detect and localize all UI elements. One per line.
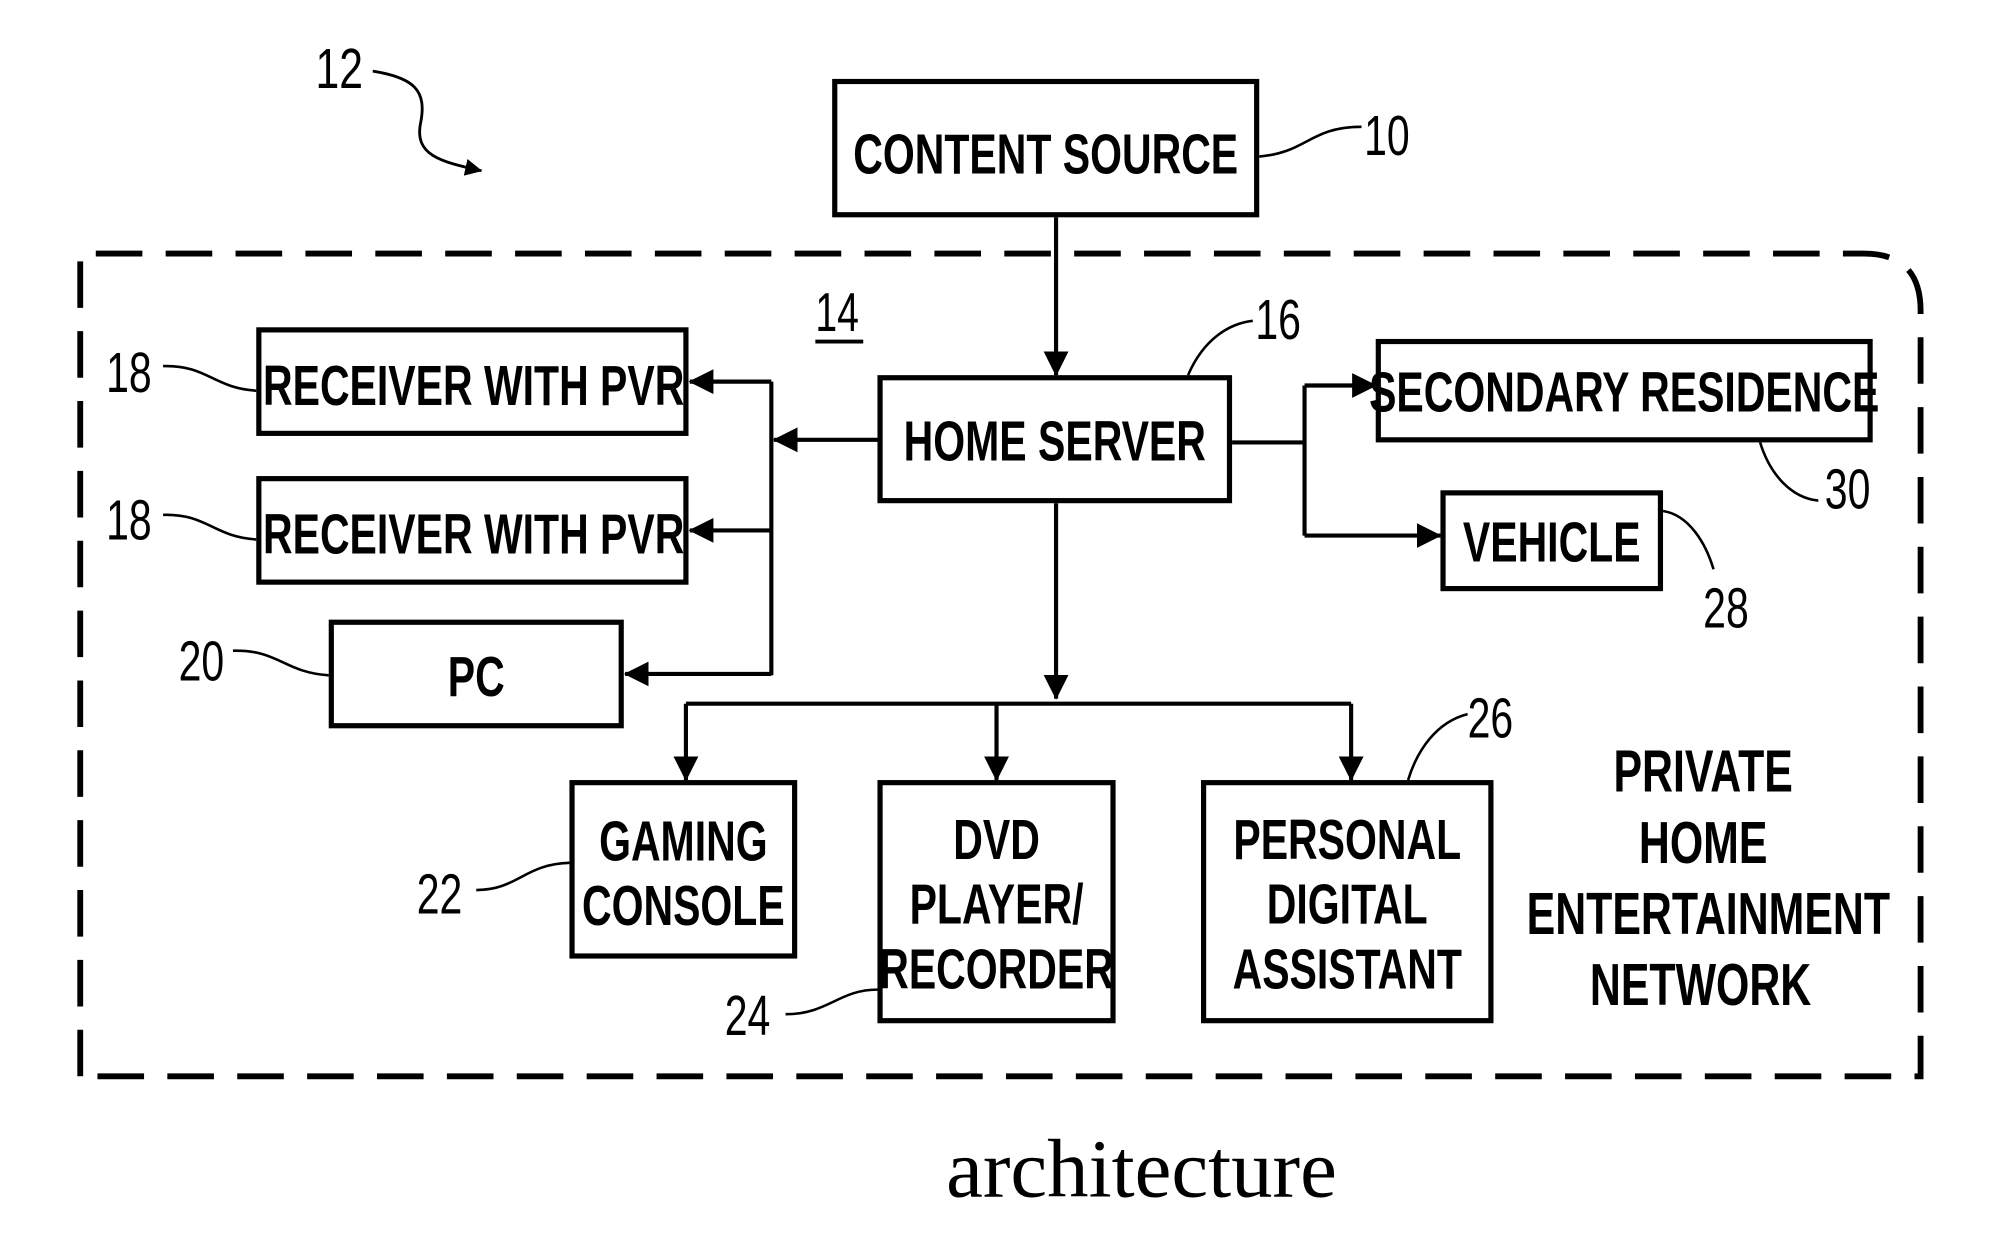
ref-24-lead bbox=[785, 988, 878, 1016]
svg-text:HOME SERVER: HOME SERVER bbox=[904, 409, 1206, 473]
ref-12: 12 bbox=[315, 36, 362, 100]
ref-12-lead bbox=[372, 69, 483, 176]
block-receiver-1: RECEIVER WITH PVR bbox=[256, 327, 689, 436]
svg-text:RECORDER: RECORDER bbox=[879, 937, 1114, 1001]
svg-text:GAMING: GAMING bbox=[599, 809, 768, 873]
block-content-source: CONTENT SOURCE bbox=[832, 78, 1260, 218]
svg-text:RECEIVER WITH PVR: RECEIVER WITH PVR bbox=[263, 502, 684, 566]
ref-24: 24 bbox=[725, 983, 771, 1047]
svg-text:CONSOLE: CONSOLE bbox=[582, 873, 785, 937]
ref-22: 22 bbox=[417, 862, 463, 926]
svg-text:HOME: HOME bbox=[1639, 809, 1768, 876]
ref-26: 26 bbox=[1468, 686, 1514, 750]
block-receiver-2: RECEIVER WITH PVR bbox=[256, 476, 689, 585]
network-label: PRIVATE HOME ENTERTAINMENT NETWORK bbox=[1527, 738, 1891, 1018]
ref-30-lead bbox=[1758, 442, 1819, 502]
block-vehicle: VEHICLE bbox=[1440, 490, 1664, 592]
ref-22-lead bbox=[476, 861, 570, 892]
ref-20-lead bbox=[232, 649, 329, 677]
svg-text:RECEIVER WITH PVR: RECEIVER WITH PVR bbox=[263, 353, 684, 417]
svg-text:DVD: DVD bbox=[953, 807, 1040, 871]
block-dvd-player-recorder: DVD PLAYER/ RECORDER bbox=[877, 780, 1116, 1024]
ref-18a-lead bbox=[163, 364, 257, 392]
ref-10-lead bbox=[1259, 125, 1362, 158]
block-label: CONTENT SOURCE bbox=[853, 122, 1238, 186]
svg-text:PC: PC bbox=[448, 644, 505, 708]
svg-text:PERSONAL: PERSONAL bbox=[1233, 807, 1461, 871]
block-secondary-residence: SECONDARY RESIDENCE bbox=[1369, 338, 1879, 443]
svg-text:DIGITAL: DIGITAL bbox=[1267, 872, 1428, 936]
svg-text:PLAYER/: PLAYER/ bbox=[910, 872, 1084, 936]
svg-text:NETWORK: NETWORK bbox=[1590, 951, 1811, 1018]
svg-text:ASSISTANT: ASSISTANT bbox=[1233, 937, 1462, 1001]
block-gaming-console: GAMING CONSOLE bbox=[569, 780, 798, 959]
ref-16-lead bbox=[1186, 319, 1253, 376]
architecture-diagram: 12 CONTENT SOURCE 10 14 HOME SERVER 16 R… bbox=[77, 36, 1924, 1215]
svg-text:PRIVATE: PRIVATE bbox=[1613, 738, 1792, 805]
figure-caption: architecture bbox=[946, 1123, 1337, 1215]
block-personal-digital-assistant: PERSONAL DIGITAL ASSISTANT bbox=[1201, 780, 1494, 1024]
ref-20: 20 bbox=[179, 629, 225, 693]
ref-14: 14 bbox=[815, 283, 859, 344]
ref-18b-lead bbox=[163, 513, 257, 541]
svg-text:VEHICLE: VEHICLE bbox=[1463, 510, 1641, 574]
ref-28: 28 bbox=[1703, 576, 1749, 640]
ref-18a: 18 bbox=[106, 340, 152, 404]
block-pc: PC bbox=[328, 619, 624, 729]
svg-text:ENTERTAINMENT: ENTERTAINMENT bbox=[1527, 880, 1891, 947]
ref-26-lead bbox=[1406, 712, 1468, 781]
ref-30: 30 bbox=[1825, 457, 1871, 521]
ref-16: 16 bbox=[1255, 287, 1301, 351]
ref-10: 10 bbox=[1364, 104, 1410, 168]
svg-text:SECONDARY RESIDENCE: SECONDARY RESIDENCE bbox=[1369, 360, 1879, 424]
ref-18b: 18 bbox=[106, 488, 152, 552]
ref-28-lead bbox=[1662, 509, 1715, 570]
block-home-server: HOME SERVER bbox=[877, 375, 1233, 504]
